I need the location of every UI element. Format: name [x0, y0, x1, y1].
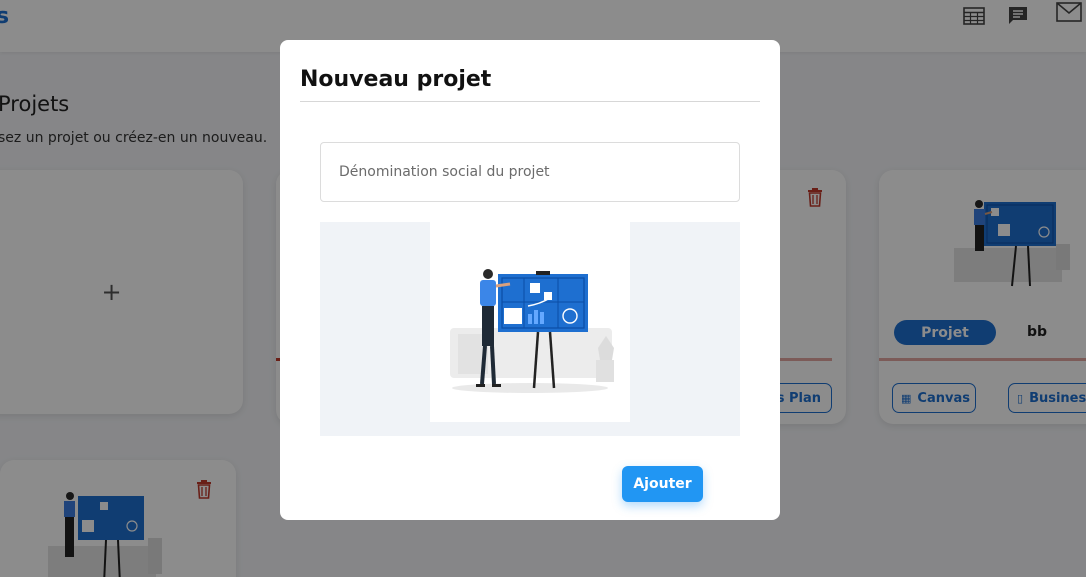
add-project-button[interactable]: Ajouter	[622, 466, 703, 502]
project-name-input[interactable]	[320, 142, 740, 202]
modal-title: Nouveau projet	[300, 67, 492, 92]
modal-divider	[300, 101, 760, 102]
illustration-panel	[320, 222, 740, 436]
illustration-frame	[430, 222, 630, 422]
project-board-illustration	[450, 269, 614, 393]
new-project-modal: Nouveau projet Dénomination social du pr…	[280, 40, 780, 520]
